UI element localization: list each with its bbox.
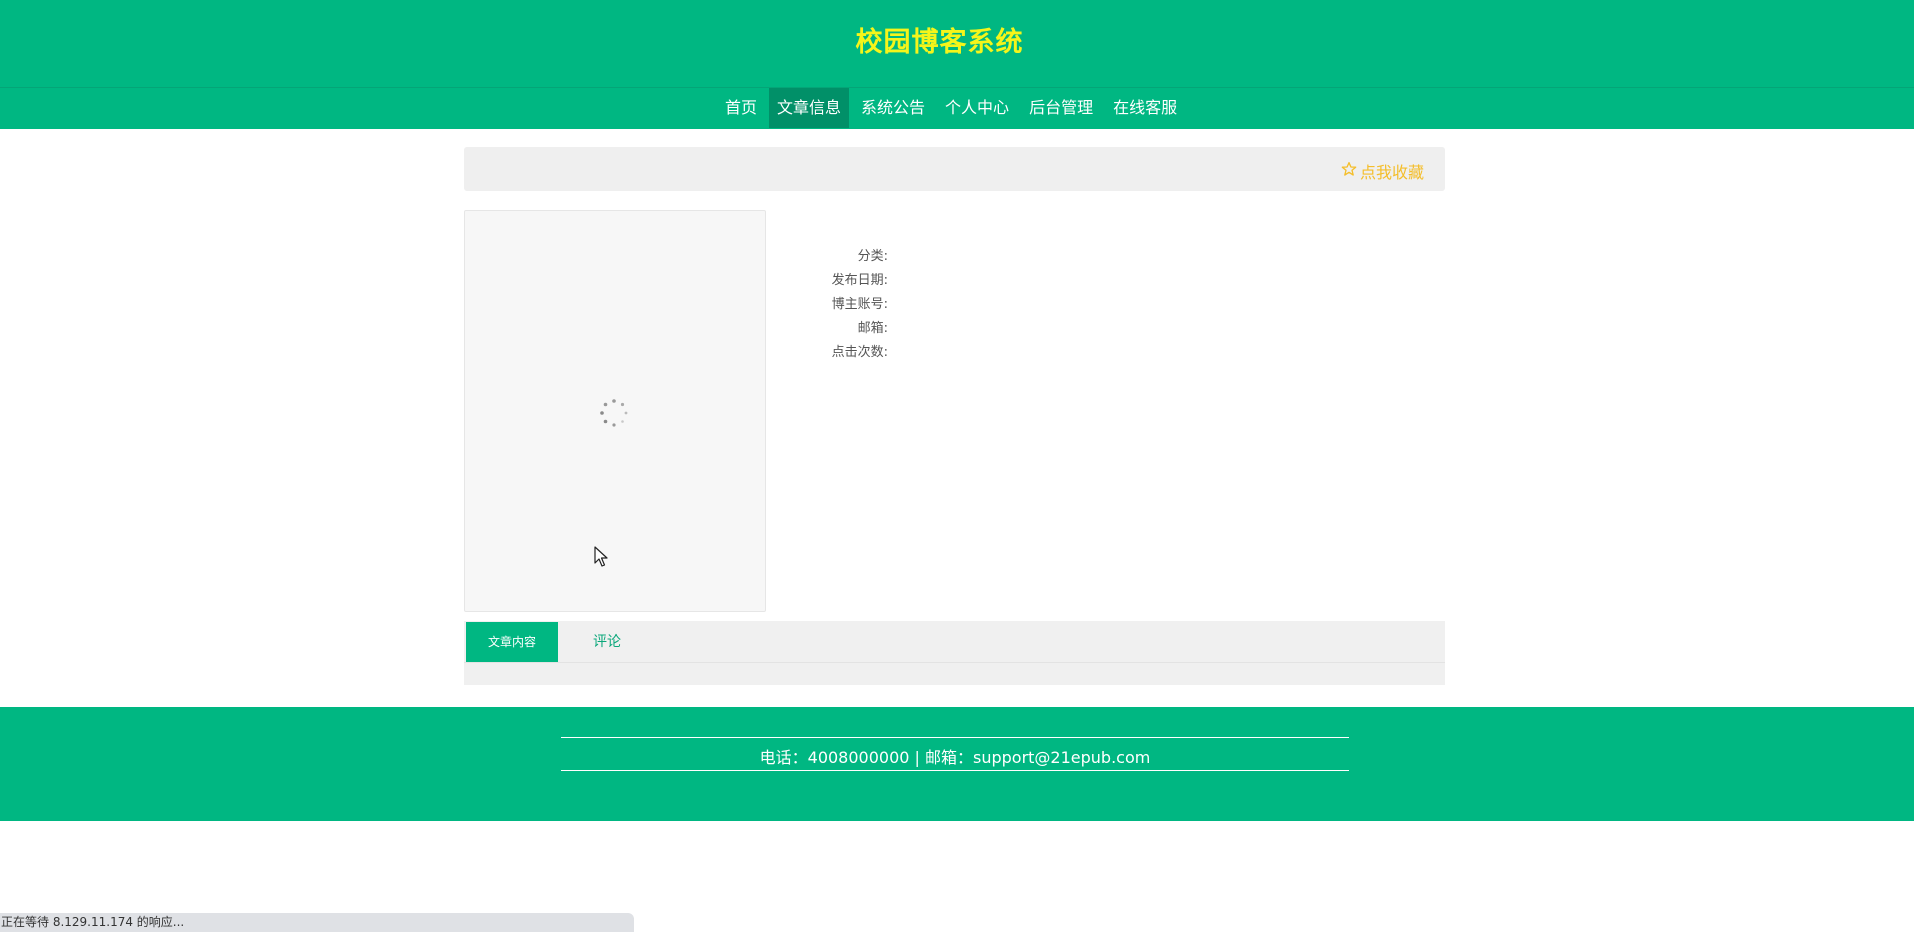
star-outline-icon: [1341, 161, 1357, 181]
loading-spinner-icon: [599, 398, 629, 428]
nav-item-home[interactable]: 首页: [717, 88, 765, 128]
nav-item-announcements[interactable]: 系统公告: [853, 88, 933, 128]
footer-contact: 电话：4008000000 | 邮箱：support@21epub.com: [759, 748, 1151, 767]
favorite-bar: 点我收藏: [464, 147, 1445, 191]
footer-divider-bottom: [561, 770, 1349, 771]
nav-item-articles[interactable]: 文章信息: [769, 88, 850, 128]
meta-row-blogger-account: 博主账号:: [790, 293, 1390, 317]
tab-comments[interactable]: 评论: [558, 621, 656, 663]
meta-label-category: 分类:: [857, 249, 888, 264]
meta-row-publish-date: 发布日期:: [790, 269, 1390, 293]
nav-item-admin[interactable]: 后台管理: [1021, 88, 1101, 128]
article-tabs: 文章内容 评论: [464, 621, 1445, 685]
favorite-label: 点我收藏: [1359, 163, 1424, 182]
meta-label-blogger-account: 博主账号:: [831, 297, 888, 312]
site-title: 校园博客系统: [855, 27, 1024, 58]
tab-article-content[interactable]: 文章内容: [466, 622, 559, 662]
article-cover-image: [464, 210, 766, 612]
browser-status-bar: 正在等待 8.129.11.174 的响应...: [0, 913, 634, 932]
meta-label-click-count: 点击次数:: [831, 345, 888, 360]
meta-row-email: 邮箱:: [790, 317, 1390, 341]
meta-row-category: 分类:: [790, 245, 1390, 269]
meta-label-email: 邮箱:: [857, 321, 888, 336]
site-footer: 电话：4008000000 | 邮箱：support@21epub.com: [0, 707, 1914, 821]
favorite-button[interactable]: 点我收藏: [1341, 159, 1424, 183]
main-nav: 首页 文章信息 系统公告 个人中心 后台管理 在线客服: [0, 87, 1914, 129]
mouse-cursor-icon: [594, 546, 608, 568]
tab-header: 文章内容 评论: [464, 621, 1445, 663]
article-meta: 分类: 发布日期: 博主账号: 邮箱: 点击次数:: [790, 245, 1390, 365]
nav-item-personal-center[interactable]: 个人中心: [937, 88, 1017, 128]
footer-divider-top: [561, 737, 1349, 738]
meta-label-publish-date: 发布日期:: [831, 273, 888, 288]
meta-row-click-count: 点击次数:: [790, 341, 1390, 365]
site-header: 校园博客系统: [0, 0, 1914, 87]
nav-item-customer-service[interactable]: 在线客服: [1105, 88, 1185, 128]
